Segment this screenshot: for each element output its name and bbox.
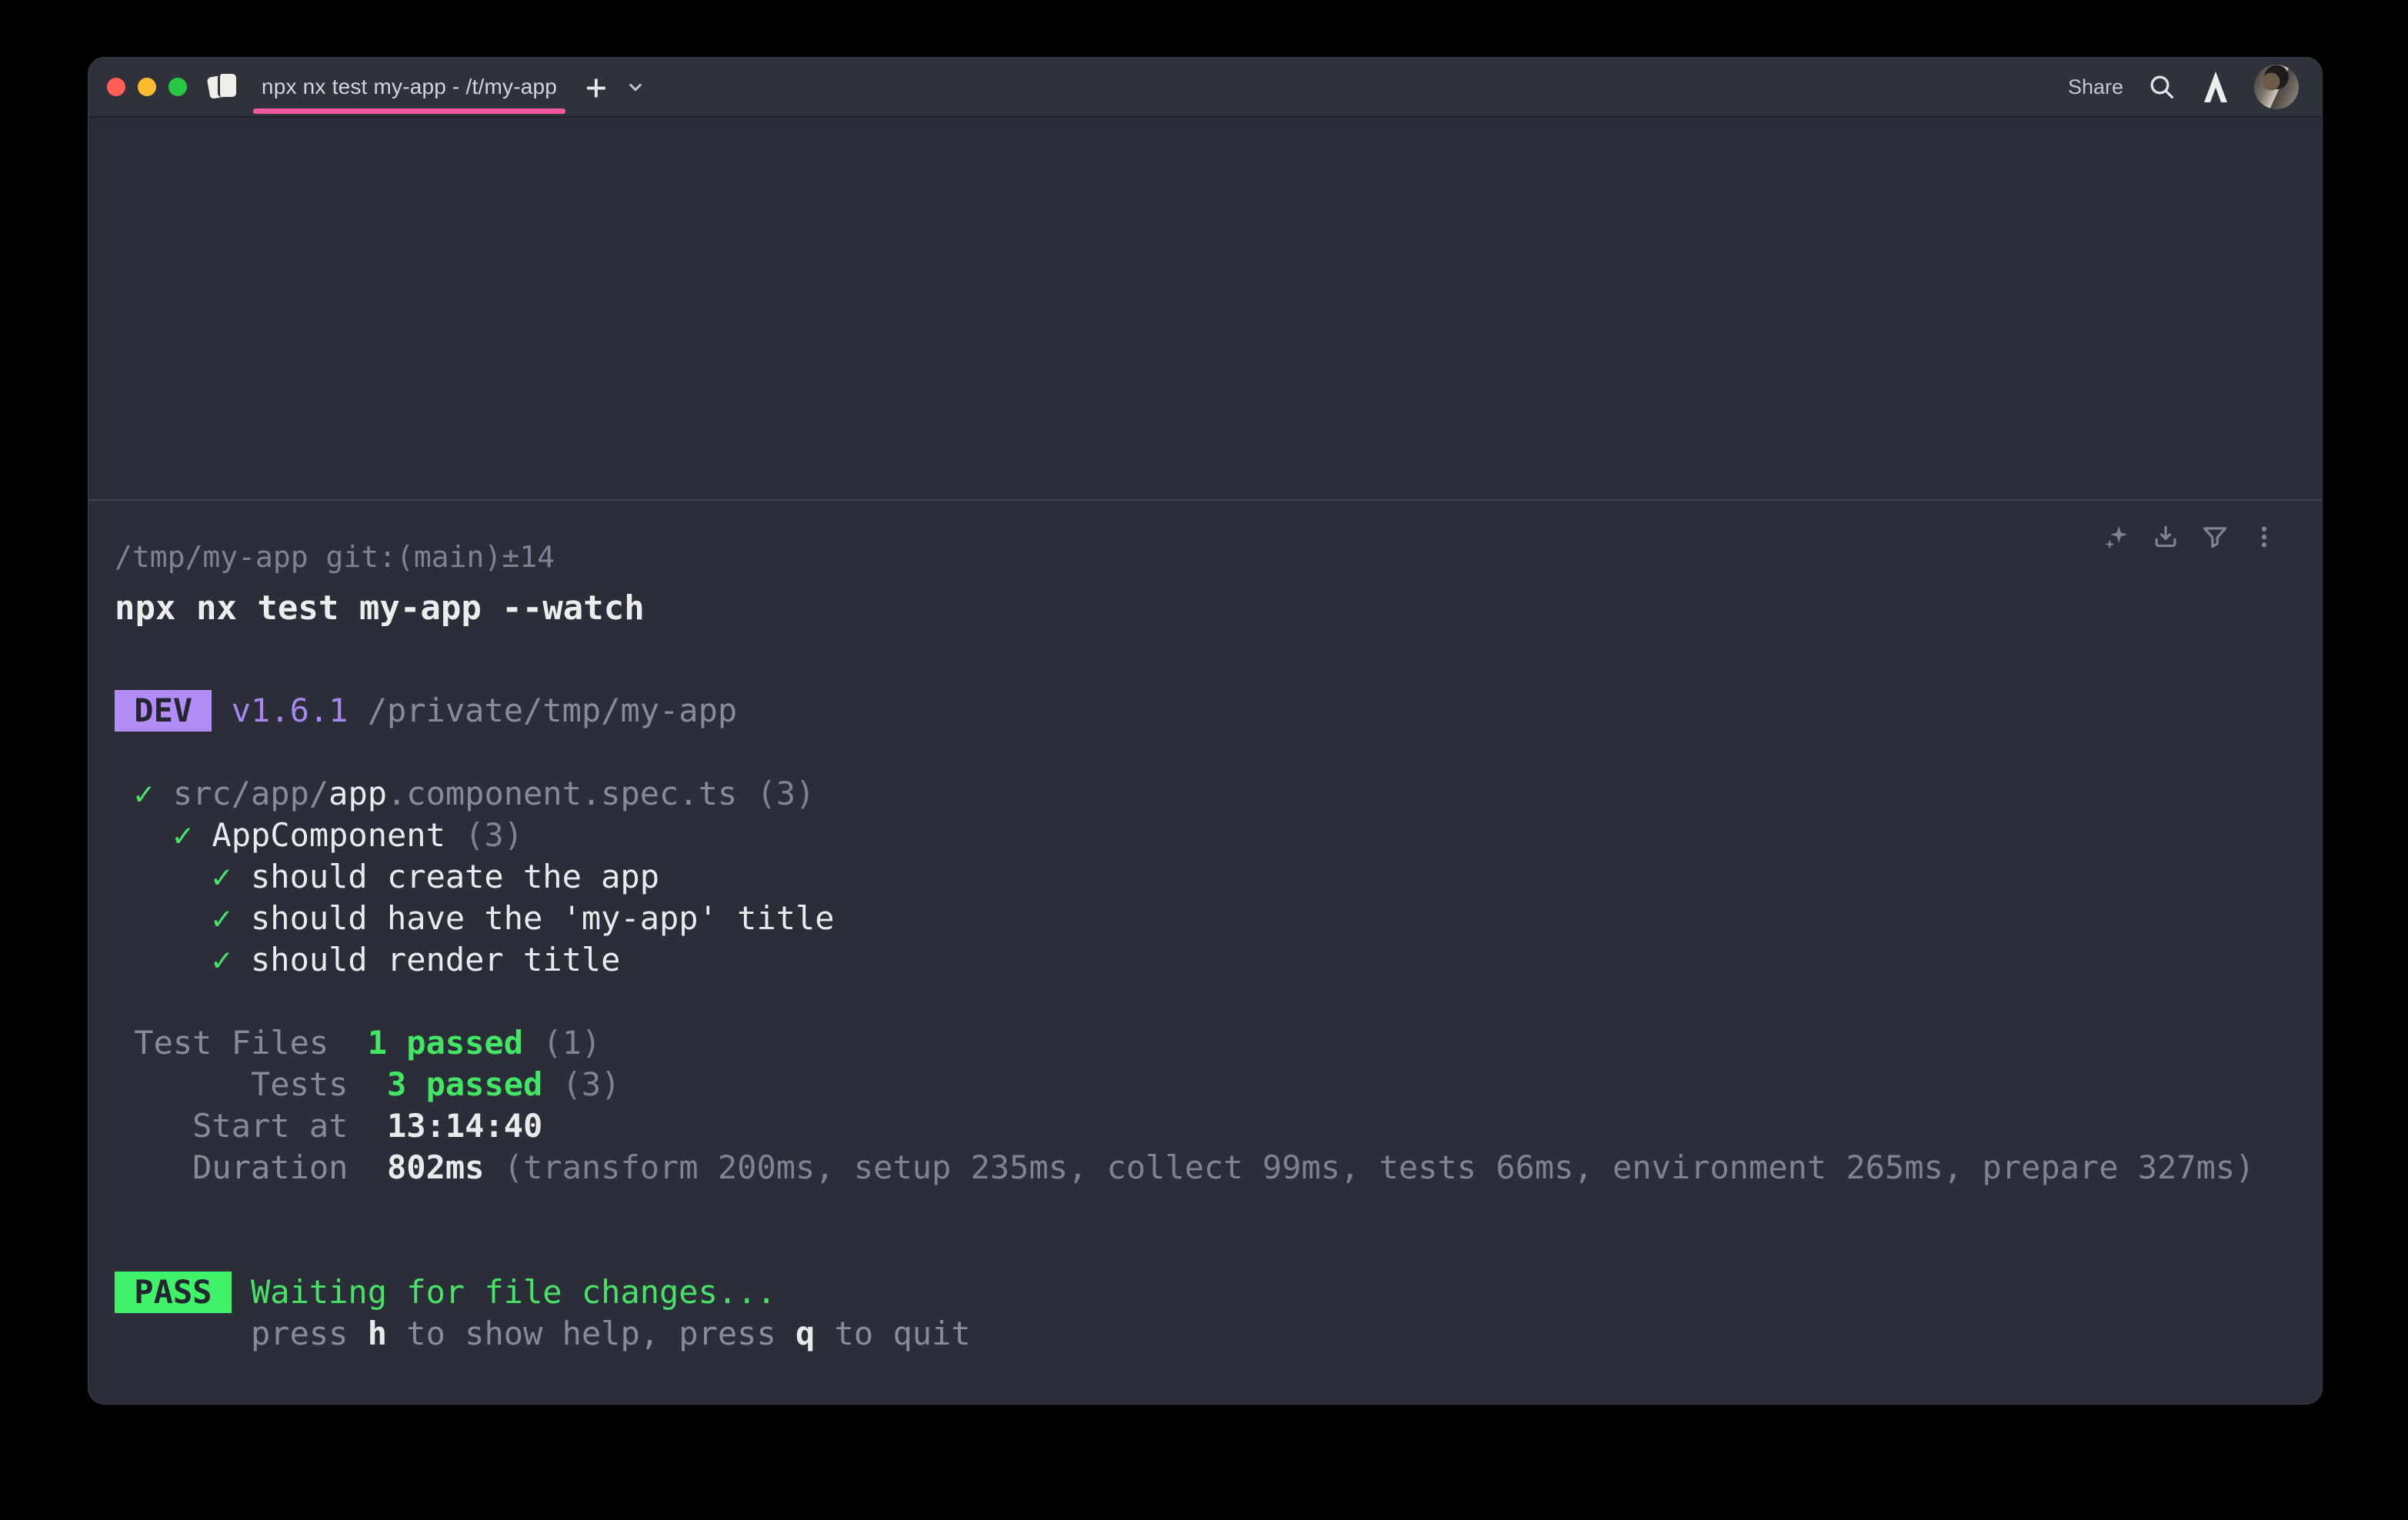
summary-test-files-row: Test Files 1 passed (1) xyxy=(115,1022,2322,1064)
test-suite-count: (3) xyxy=(445,816,523,854)
watch-message: Waiting for file changes... xyxy=(232,1273,776,1311)
tab-list-chevron-down-icon[interactable] xyxy=(624,75,647,98)
help-key-h: h xyxy=(368,1315,387,1352)
filter-icon[interactable] xyxy=(2200,522,2230,552)
summary-value: 3 passed xyxy=(387,1065,542,1103)
vitest-dev-line: DEV v1.6.1 /private/tmp/my-app xyxy=(115,690,2322,732)
help-key-q: q xyxy=(795,1315,815,1352)
share-button[interactable]: Share xyxy=(2068,75,2123,99)
ai-sparkle-icon[interactable] xyxy=(2102,522,2131,552)
help-text: press xyxy=(251,1315,368,1352)
summary-value: 1 passed xyxy=(368,1024,523,1062)
pass-badge: PASS xyxy=(115,1272,232,1313)
command-output: DEV v1.6.1 /private/tmp/my-app ✓ src/app… xyxy=(115,690,2322,1355)
test-case-row: ✓ should render title xyxy=(115,939,2322,981)
test-case-row: ✓ should create the app xyxy=(115,856,2322,898)
block-actions-toolbar xyxy=(2102,522,2279,552)
summary-value: 13:14:40 xyxy=(387,1107,542,1145)
summary-label: Tests xyxy=(115,1065,387,1103)
help-text: to show help, press xyxy=(387,1315,795,1352)
test-case-name: should render title xyxy=(251,941,620,978)
summary-label: Test Files xyxy=(115,1024,368,1062)
vitest-version: v1.6.1 xyxy=(212,692,348,729)
shell-prompt: /tmp/my-app git:(main)±14 xyxy=(115,539,2322,575)
test-suite-row: ✓ AppComponent (3) xyxy=(115,815,2322,856)
minimize-window-button[interactable] xyxy=(138,78,156,96)
check-icon: ✓ xyxy=(212,941,251,978)
test-case-name: should have the 'my-app' title xyxy=(251,899,835,937)
summary-value: 802ms xyxy=(387,1148,484,1186)
more-options-icon[interactable] xyxy=(2250,522,2279,552)
command-block[interactable]: /tmp/my-app git:(main)±14 npx nx test my… xyxy=(88,501,2322,1355)
search-icon[interactable] xyxy=(2146,72,2177,102)
zoom-window-button[interactable] xyxy=(168,78,187,96)
titlebar: npx nx test my-app - /t/my-app + Share xyxy=(88,58,2322,118)
summary-start-row: Start at 13:14:40 xyxy=(115,1105,2322,1147)
test-suite-name: AppComponent xyxy=(212,816,445,854)
test-file-row: ✓ src/app/app.component.spec.ts (3) xyxy=(115,773,2322,815)
summary-label: Start at xyxy=(115,1107,387,1145)
test-case-row: ✓ should have the 'my-app' title xyxy=(115,898,2322,939)
traffic-lights xyxy=(107,78,187,96)
check-icon: ✓ xyxy=(173,816,212,854)
summary-duration-row: Duration 802ms (transform 200ms, setup 2… xyxy=(115,1147,2322,1188)
test-file-count: (3) xyxy=(737,775,815,812)
tab-npx-nx-test[interactable]: npx nx test my-app - /t/my-app xyxy=(253,57,565,117)
watch-help-row: press h to show help, press q to quit xyxy=(115,1313,2322,1355)
new-tab-button[interactable]: + xyxy=(585,69,607,105)
tab-title: npx nx test my-app - /t/my-app xyxy=(262,75,557,99)
check-icon: ✓ xyxy=(212,899,251,937)
watch-status-row: PASS Waiting for file changes... xyxy=(115,1272,2322,1313)
command-text[interactable]: npx nx test my-app --watch xyxy=(115,588,2322,628)
summary-extra: (transform 200ms, setup 235ms, collect 9… xyxy=(484,1148,2254,1186)
help-text: to quit xyxy=(815,1315,970,1352)
check-icon: ✓ xyxy=(212,858,251,895)
user-avatar[interactable] xyxy=(2254,65,2299,109)
summary-extra: (1) xyxy=(523,1024,601,1062)
project-path: /private/tmp/my-app xyxy=(348,692,737,729)
dev-badge: DEV xyxy=(115,690,212,732)
summary-extra: (3) xyxy=(542,1065,620,1103)
summary-label: Duration xyxy=(115,1148,387,1186)
summary-tests-row: Tests 3 passed (3) xyxy=(115,1064,2322,1105)
check-icon: ✓ xyxy=(134,775,173,812)
test-case-name: should create the app xyxy=(251,858,659,895)
terminal-scrollback-area[interactable] xyxy=(88,118,2322,499)
pages-icon xyxy=(208,73,239,101)
test-file-dir: src/app/ xyxy=(173,775,329,812)
close-window-button[interactable] xyxy=(107,78,125,96)
terminal-window: npx nx test my-app - /t/my-app + Share xyxy=(88,57,2323,1405)
test-file-ext: .component.spec.ts xyxy=(387,775,737,812)
active-tab-indicator xyxy=(253,108,565,114)
download-icon[interactable] xyxy=(2151,522,2180,552)
test-file-name: app xyxy=(329,775,387,812)
warp-logo-icon[interactable] xyxy=(2200,70,2231,104)
